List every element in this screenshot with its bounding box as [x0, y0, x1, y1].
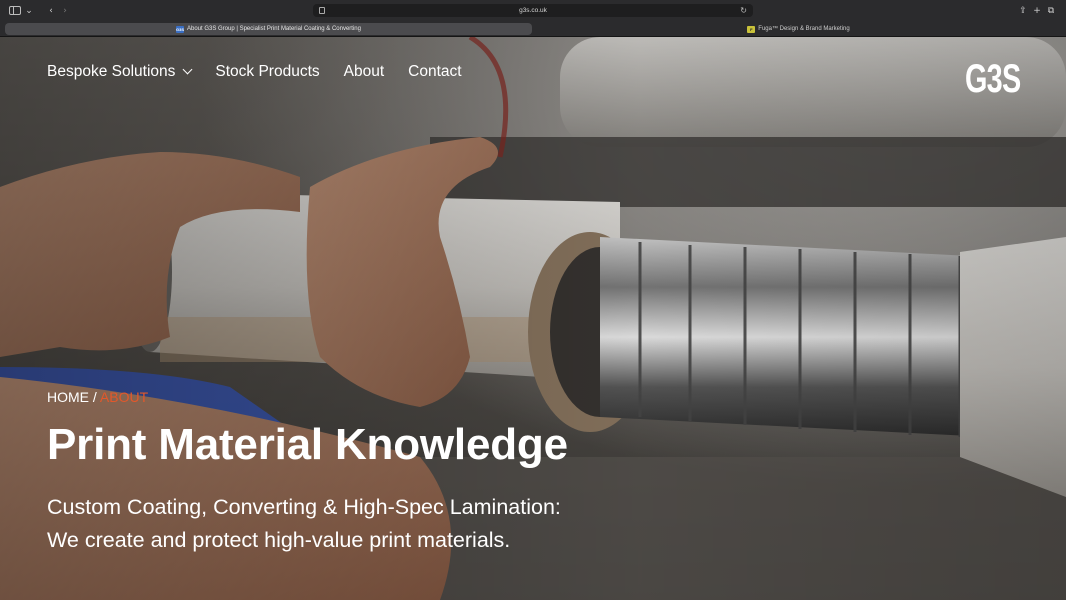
address-bar[interactable]: g3s.co.uk ↻ — [313, 4, 753, 17]
nav-about[interactable]: About — [344, 63, 385, 81]
tab-label: About G3S Group | Specialist Print Mater… — [187, 26, 361, 32]
tab-g3s-about[interactable]: G3S About G3S Group | Specialist Print M… — [5, 23, 532, 35]
tab-fuga[interactable]: F Fuga™ Design & Brand Marketing — [536, 23, 1061, 35]
page-title: Print Material Knowledge — [47, 420, 568, 469]
hero-subtitle-line-2: We create and protect high-value print m… — [47, 528, 511, 552]
chevron-right-icon: › — [63, 5, 67, 16]
new-tab-icon[interactable]: + — [1030, 4, 1044, 17]
nav-bespoke-solutions[interactable]: Bespoke Solutions — [47, 63, 193, 81]
tab-bar: G3S About G3S Group | Specialist Print M… — [0, 21, 1066, 37]
nav-contact[interactable]: Contact — [408, 63, 461, 81]
sidebar-toggle-button[interactable] — [8, 4, 22, 17]
breadcrumb-home[interactable]: HOME — [47, 389, 89, 405]
share-icon[interactable]: ⇪ — [1016, 4, 1030, 17]
chevron-down-icon[interactable]: ⌄ — [22, 4, 36, 17]
hero-subtitle: Custom Coating, Converting & High-Spec L… — [47, 491, 561, 557]
hero-section: Bespoke Solutions Stock Products About C… — [0, 37, 1066, 600]
nav-stock-products[interactable]: Stock Products — [215, 63, 319, 81]
nav-item-label: About — [343, 63, 385, 80]
chevron-left-icon: ‹ — [49, 5, 53, 16]
chevron-down-icon — [182, 64, 193, 75]
breadcrumb-current: ABOUT — [99, 389, 149, 405]
hero-subtitle-line-1: Custom Coating, Converting & High-Spec L… — [47, 495, 561, 519]
nav-item-label: Contact — [408, 63, 462, 80]
back-button[interactable]: ‹ — [44, 4, 58, 17]
breadcrumb: HOME / ABOUT — [47, 389, 148, 405]
g3s-favicon-icon: G3S — [176, 25, 185, 33]
sidebar-icon — [9, 6, 21, 15]
reload-icon[interactable]: ↻ — [740, 5, 747, 16]
g3s-logo[interactable]: G3S — [965, 57, 1021, 102]
browser-toolbar: ⌄ ‹ › g3s.co.uk ↻ ⇪ + ⧉ — [0, 0, 1066, 21]
breadcrumb-separator: / — [92, 389, 97, 405]
url-text: g3s.co.uk — [519, 7, 547, 14]
nav-item-label: Bespoke Solutions — [47, 63, 176, 80]
fuga-favicon-icon: F — [747, 25, 756, 33]
tab-overview-icon[interactable]: ⧉ — [1044, 4, 1058, 17]
forward-button[interactable]: › — [58, 4, 72, 17]
tab-label: Fuga™ Design & Brand Marketing — [758, 26, 850, 32]
main-navigation: Bespoke Solutions Stock Products About C… — [47, 63, 486, 81]
nav-item-label: Stock Products — [215, 63, 320, 80]
